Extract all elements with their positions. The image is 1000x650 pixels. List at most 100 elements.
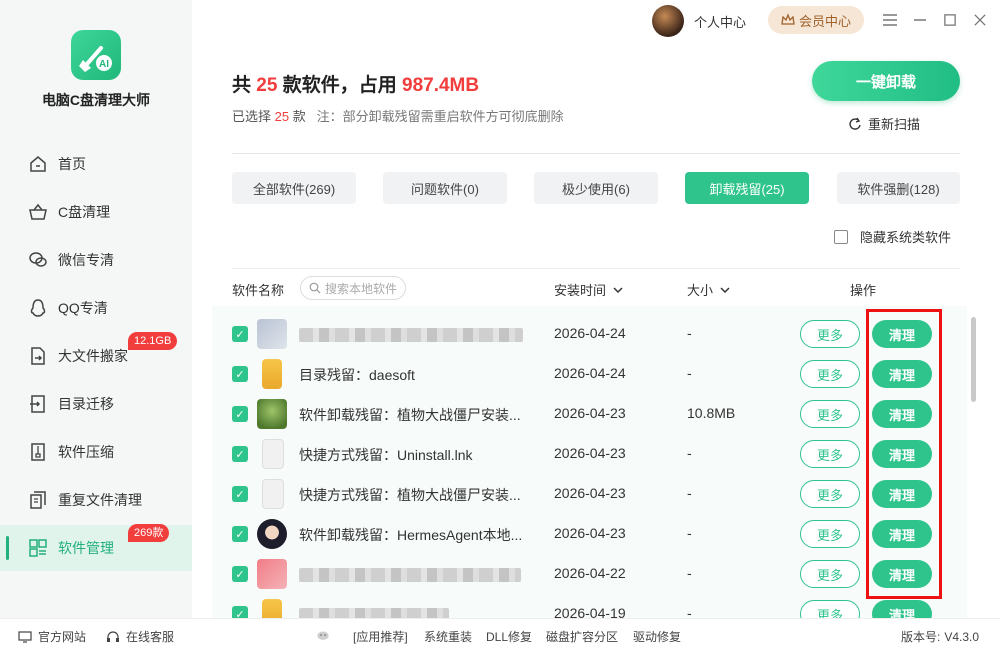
- sidebar-item-c-clean[interactable]: C盘清理: [0, 189, 192, 235]
- column-header-size[interactable]: 大小: [687, 280, 731, 299]
- sidebar-item-compress[interactable]: 软件压缩: [0, 429, 192, 475]
- file-size: -: [687, 445, 692, 461]
- more-button[interactable]: 更多: [800, 480, 860, 508]
- blurred-name: [299, 328, 523, 342]
- software-name: 软件卸载残留：HermesAgent本地...: [299, 527, 523, 543]
- table-row[interactable]: ✓ 2026-04-19 - 更多 清理: [212, 594, 967, 618]
- footer-link-driver-repair[interactable]: 驱动修复: [633, 628, 681, 645]
- table-row[interactable]: ✓ 快捷方式残留：Uninstall.lnk 2026-04-23 - 更多 清…: [212, 434, 967, 474]
- wechat-icon: [29, 252, 47, 267]
- clean-button[interactable]: 清理: [872, 600, 932, 618]
- sidebar-item-label: 目录迁移: [58, 396, 114, 412]
- row-checkbox[interactable]: ✓: [232, 486, 248, 502]
- install-date: 2026-04-24: [554, 365, 626, 381]
- clean-column-highlight-box: [866, 309, 942, 599]
- tab-rarely-used[interactable]: 极少使用(6): [534, 172, 658, 204]
- file-size: -: [687, 605, 692, 618]
- avatar[interactable]: [652, 5, 684, 37]
- menu-icon[interactable]: [880, 10, 900, 30]
- table-row[interactable]: ✓ 2026-04-24 - 更多 清理: [212, 314, 967, 354]
- large-file-size-badge: 12.1GB: [128, 332, 178, 350]
- maximize-icon[interactable]: [940, 10, 960, 30]
- folder-icon: [262, 599, 282, 618]
- search-icon: [309, 282, 321, 294]
- software-name: 软件卸载残留：植物大战僵尸安装...: [299, 407, 521, 423]
- footer-link-disk-partition[interactable]: 磁盘扩容分区: [546, 628, 618, 645]
- install-date: 2026-04-22: [554, 565, 626, 581]
- official-site-link[interactable]: 官方网站: [18, 628, 86, 645]
- minimize-icon[interactable]: [910, 10, 930, 30]
- more-button[interactable]: 更多: [800, 320, 860, 348]
- note-text: 注：部分卸载残留需重启软件方可彻底删除: [316, 109, 564, 124]
- tab-problem-software[interactable]: 问题软件(0): [383, 172, 507, 204]
- app-icon: [257, 319, 287, 349]
- hide-system-toggle[interactable]: 隐藏系统类软件: [834, 227, 951, 246]
- more-button[interactable]: 更多: [800, 440, 860, 468]
- rescan-button[interactable]: 重新扫描: [848, 114, 920, 133]
- row-checkbox[interactable]: ✓: [232, 526, 248, 542]
- home-icon: [30, 156, 46, 172]
- sidebar-item-label: 重复文件清理: [58, 492, 142, 508]
- table-row[interactable]: ✓ 2026-04-22 - 更多 清理: [212, 554, 967, 594]
- row-checkbox[interactable]: ✓: [232, 606, 248, 618]
- row-checkbox[interactable]: ✓: [232, 406, 248, 422]
- search-placeholder: 搜索本地软件: [325, 281, 398, 296]
- close-icon[interactable]: [970, 10, 990, 30]
- file-size: 10.8MB: [687, 405, 736, 421]
- row-checkbox[interactable]: ✓: [232, 446, 248, 462]
- blurred-name: [299, 568, 521, 582]
- hide-system-checkbox[interactable]: [834, 229, 848, 244]
- sidebar-item-label: C盘清理: [58, 204, 111, 220]
- blurred-name: [299, 608, 449, 618]
- table-row[interactable]: ✓ 软件卸载残留：HermesAgent本地... 2026-04-23 - 更…: [212, 514, 967, 554]
- sidebar-item-dir-migrate[interactable]: 目录迁移: [0, 381, 192, 427]
- app-logo: AI: [71, 30, 121, 80]
- app-recommend-mascot: [316, 628, 336, 642]
- more-button[interactable]: 更多: [800, 520, 860, 548]
- software-table: ✓ 2026-04-24 - 更多 清理 ✓ 目录残留：daesoft 2026…: [212, 306, 967, 618]
- more-button[interactable]: 更多: [800, 560, 860, 588]
- summary-headline: 共 25 款软件，占用 987.4MB: [232, 70, 479, 97]
- file-icon: [262, 479, 284, 509]
- table-row[interactable]: ✓ 软件卸载残留：植物大战僵尸安装... 2026-04-23 10.8MB 更…: [212, 394, 967, 434]
- sidebar-item-home[interactable]: 首页: [0, 141, 192, 187]
- tab-force-delete[interactable]: 软件强删(128): [837, 172, 960, 204]
- move-file-icon: [31, 347, 45, 365]
- table-row[interactable]: ✓ 目录残留：daesoft 2026-04-24 - 更多 清理: [212, 354, 967, 394]
- install-date: 2026-04-19: [554, 605, 626, 618]
- chevron-down-icon: [720, 286, 730, 293]
- file-icon: [262, 439, 284, 469]
- footer: 官方网站 在线客服 [应用推荐] 系统重装 DLL修复 磁盘扩容分区 驱动修复 …: [0, 618, 1000, 650]
- search-input[interactable]: 搜索本地软件: [300, 276, 406, 300]
- column-header-ops: 操作: [850, 283, 877, 298]
- online-service-link[interactable]: 在线客服: [106, 628, 174, 645]
- row-checkbox[interactable]: ✓: [232, 366, 248, 382]
- column-header-install-time[interactable]: 安装时间: [554, 280, 624, 299]
- software-name: 快捷方式残留：Uninstall.lnk: [299, 447, 473, 463]
- folder-migrate-icon: [30, 395, 45, 413]
- footer-link-dll-repair[interactable]: DLL修复: [486, 628, 532, 645]
- tab-uninstall-residue[interactable]: 卸载残留(25): [685, 172, 809, 204]
- selected-count: 25: [274, 109, 290, 124]
- sidebar-item-label: 软件管理: [58, 540, 114, 556]
- qq-icon: [30, 299, 46, 317]
- table-scrollbar[interactable]: [971, 317, 976, 402]
- row-checkbox[interactable]: ✓: [232, 566, 248, 582]
- footer-link-system-reinstall[interactable]: 系统重装: [424, 628, 472, 645]
- tab-all-software[interactable]: 全部软件(269): [232, 172, 356, 204]
- one-key-uninstall-button[interactable]: 一键卸载: [812, 61, 960, 101]
- row-checkbox[interactable]: ✓: [232, 326, 248, 342]
- more-button[interactable]: 更多: [800, 360, 860, 388]
- table-row[interactable]: ✓ 快捷方式残留：植物大战僵尸安装... 2026-04-23 - 更多 清理: [212, 474, 967, 514]
- divider: [232, 268, 960, 269]
- more-button[interactable]: 更多: [800, 600, 860, 618]
- more-button[interactable]: 更多: [800, 400, 860, 428]
- rescan-label: 重新扫描: [868, 117, 921, 132]
- sidebar-item-duplicate-clean[interactable]: 重复文件清理: [0, 477, 192, 523]
- sidebar-item-wechat[interactable]: 微信专清: [0, 237, 192, 283]
- vip-center-button[interactable]: 会员中心: [768, 6, 864, 34]
- sidebar-item-qq[interactable]: QQ专清: [0, 285, 192, 331]
- official-site-label: 官方网站: [38, 630, 87, 644]
- app-name: 电脑C盘清理大师: [41, 92, 151, 108]
- user-center-link[interactable]: 个人中心: [694, 12, 746, 31]
